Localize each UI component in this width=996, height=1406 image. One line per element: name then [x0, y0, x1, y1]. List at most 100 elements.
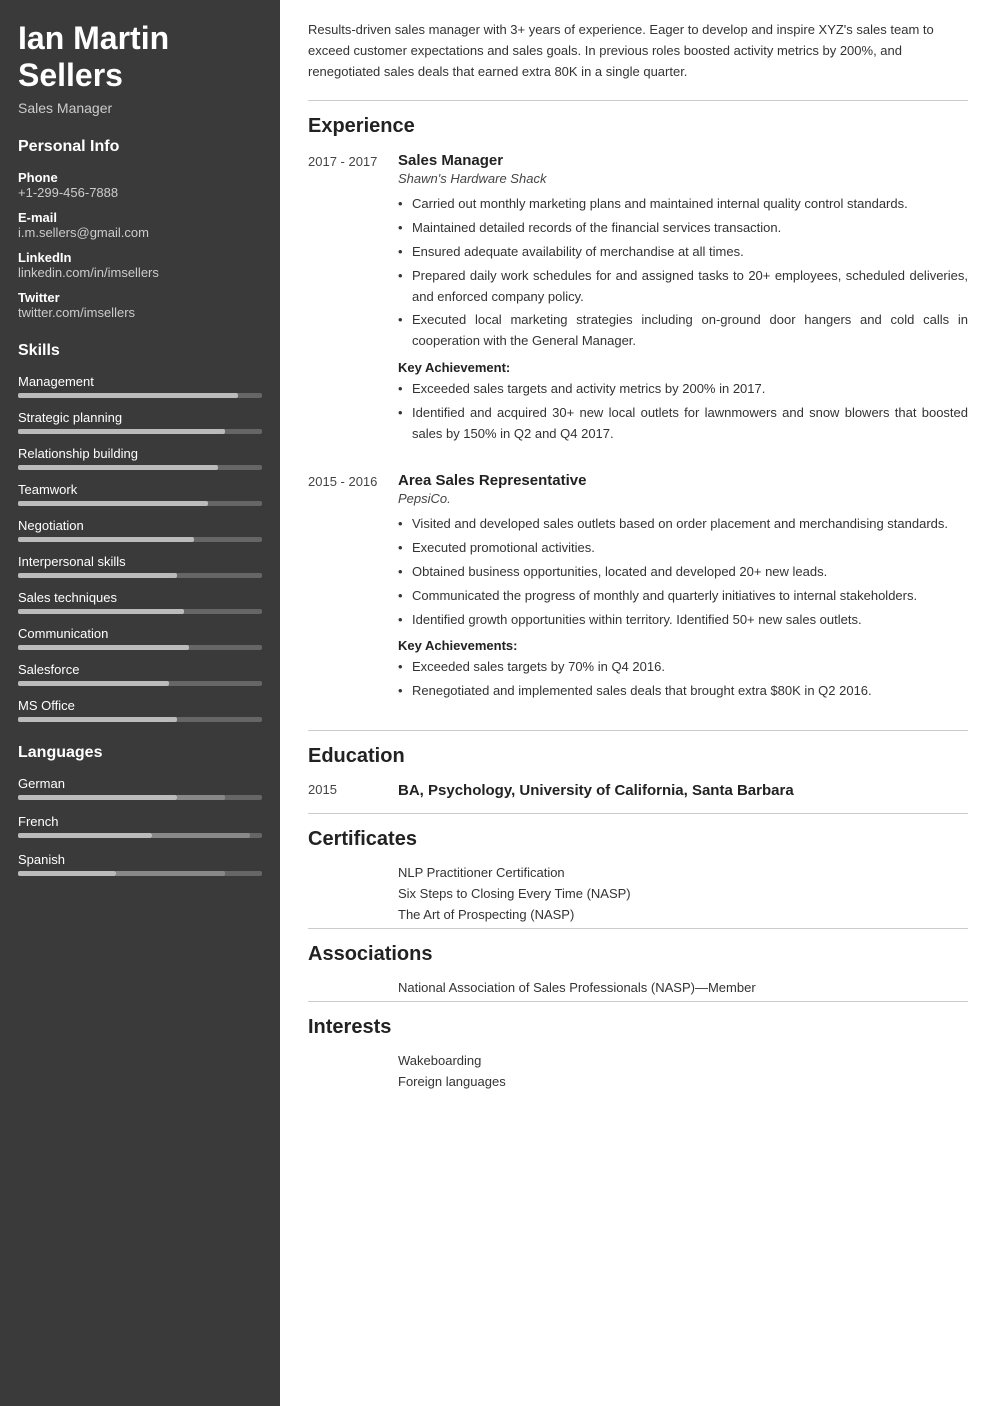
skill-bar-bg: [18, 681, 262, 686]
skill-item: Strategic planning: [18, 410, 262, 434]
key-achievement-label: Key Achievement:: [398, 360, 968, 375]
education-title: Education: [308, 745, 968, 768]
twitter-label: Twitter: [18, 290, 262, 305]
skill-name: Relationship building: [18, 446, 262, 461]
divider-experience: [308, 100, 968, 101]
language-bar-accent: [116, 871, 226, 876]
skill-bar-fill: [18, 681, 169, 686]
divider-certificates: [308, 813, 968, 814]
achievement-bullets: Exceeded sales targets by 70% in Q4 2016…: [398, 657, 968, 702]
experience-title: Experience: [308, 115, 968, 138]
association-item: National Association of Sales Profession…: [398, 980, 968, 995]
skill-name: Negotiation: [18, 518, 262, 533]
skill-name: Strategic planning: [18, 410, 262, 425]
certificate-item: Six Steps to Closing Every Time (NASP): [398, 886, 968, 901]
edu-date: 2015: [308, 782, 398, 799]
experience-block: 2015 - 2016 Area Sales Representative Pe…: [308, 472, 968, 710]
skill-item: Relationship building: [18, 446, 262, 470]
experience-block: 2017 - 2017 Sales Manager Shawn's Hardwa…: [308, 152, 968, 452]
achievement-bullet: Exceeded sales targets by 70% in Q4 2016…: [398, 657, 968, 678]
skill-name: Communication: [18, 626, 262, 641]
email-value: i.m.sellers@gmail.com: [18, 225, 262, 240]
language-item: German: [18, 776, 262, 800]
language-bar-fill: [18, 795, 177, 800]
skill-bar-fill: [18, 501, 208, 506]
skill-item: MS Office: [18, 698, 262, 722]
skill-bar-fill: [18, 645, 189, 650]
skill-bar-fill: [18, 537, 194, 542]
phone-value: +1-299-456-7888: [18, 185, 262, 200]
exp-date: 2015 - 2016: [308, 472, 398, 710]
linkedin-label: LinkedIn: [18, 250, 262, 265]
exp-bullet: Obtained business opportunities, located…: [398, 562, 968, 583]
interest-item: Foreign languages: [398, 1074, 968, 1089]
language-bar-bg: [18, 871, 262, 876]
skill-bar-bg: [18, 393, 262, 398]
skill-name: Salesforce: [18, 662, 262, 677]
skill-bar-fill: [18, 429, 225, 434]
skill-bar-bg: [18, 645, 262, 650]
exp-bullet: Carried out monthly marketing plans and …: [398, 194, 968, 215]
skill-item: Interpersonal skills: [18, 554, 262, 578]
email-label: E-mail: [18, 210, 262, 225]
exp-bullet: Communicated the progress of monthly and…: [398, 586, 968, 607]
skills-list: Management Strategic planning Relationsh…: [18, 374, 262, 722]
exp-company: PepsiCo.: [398, 491, 968, 506]
twitter-block: Twitter twitter.com/imsellers: [18, 290, 262, 320]
summary-text: Results-driven sales manager with 3+ yea…: [308, 20, 968, 82]
skill-bar-bg: [18, 717, 262, 722]
skill-item: Communication: [18, 626, 262, 650]
skill-bar-bg: [18, 609, 262, 614]
language-item: Spanish: [18, 852, 262, 876]
linkedin-block: LinkedIn linkedin.com/in/imsellers: [18, 250, 262, 280]
skills-title: Skills: [18, 342, 262, 360]
exp-content: Sales Manager Shawn's Hardware Shack Car…: [398, 152, 968, 452]
divider-interests: [308, 1001, 968, 1002]
language-bar-accent: [152, 833, 250, 838]
achievement-bullet: Exceeded sales targets and activity metr…: [398, 379, 968, 400]
achievement-bullets: Exceeded sales targets and activity metr…: [398, 379, 968, 444]
skill-bar-bg: [18, 573, 262, 578]
sidebar: Ian Martin Sellers Sales Manager Persona…: [0, 0, 280, 1406]
language-bar-fill: [18, 833, 152, 838]
exp-bullet: Executed local marketing strategies incl…: [398, 310, 968, 352]
interest-item: Wakeboarding: [398, 1053, 968, 1068]
skill-bar-fill: [18, 465, 218, 470]
phone-label: Phone: [18, 170, 262, 185]
twitter-value: twitter.com/imsellers: [18, 305, 262, 320]
exp-bullet: Visited and developed sales outlets base…: [398, 514, 968, 535]
skill-item: Management: [18, 374, 262, 398]
skill-bar-bg: [18, 537, 262, 542]
exp-company: Shawn's Hardware Shack: [398, 171, 968, 186]
associations-title: Associations: [308, 943, 968, 966]
achievement-bullet: Renegotiated and implemented sales deals…: [398, 681, 968, 702]
language-item: French: [18, 814, 262, 838]
skill-bar-fill: [18, 393, 238, 398]
skill-bar-bg: [18, 465, 262, 470]
divider-education: [308, 730, 968, 731]
achievement-bullet: Identified and acquired 30+ new local ou…: [398, 403, 968, 445]
skill-bar-fill: [18, 609, 184, 614]
candidate-name: Ian Martin Sellers: [18, 20, 262, 94]
exp-bullet: Ensured adequate availability of merchan…: [398, 242, 968, 263]
language-bar-fill: [18, 871, 116, 876]
interests-list: Wakeboarding Foreign languages: [308, 1053, 968, 1089]
language-name: Spanish: [18, 852, 262, 867]
skill-bar-fill: [18, 573, 177, 578]
exp-bullets: Visited and developed sales outlets base…: [398, 514, 968, 630]
exp-job-title: Area Sales Representative: [398, 472, 968, 489]
phone-block: Phone +1-299-456-7888: [18, 170, 262, 200]
edu-degree: BA, Psychology, University of California…: [398, 782, 968, 799]
certificate-item: The Art of Prospecting (NASP): [398, 907, 968, 922]
language-name: German: [18, 776, 262, 791]
exp-bullets: Carried out monthly marketing plans and …: [398, 194, 968, 352]
exp-bullet: Maintained detailed records of the finan…: [398, 218, 968, 239]
main-content: Results-driven sales manager with 3+ yea…: [280, 0, 996, 1406]
interests-title: Interests: [308, 1016, 968, 1039]
skill-item: Teamwork: [18, 482, 262, 506]
exp-bullet: Identified growth opportunities within t…: [398, 610, 968, 631]
skill-item: Negotiation: [18, 518, 262, 542]
key-achievement-label: Key Achievements:: [398, 638, 968, 653]
language-bar-bg: [18, 833, 262, 838]
language-name: French: [18, 814, 262, 829]
